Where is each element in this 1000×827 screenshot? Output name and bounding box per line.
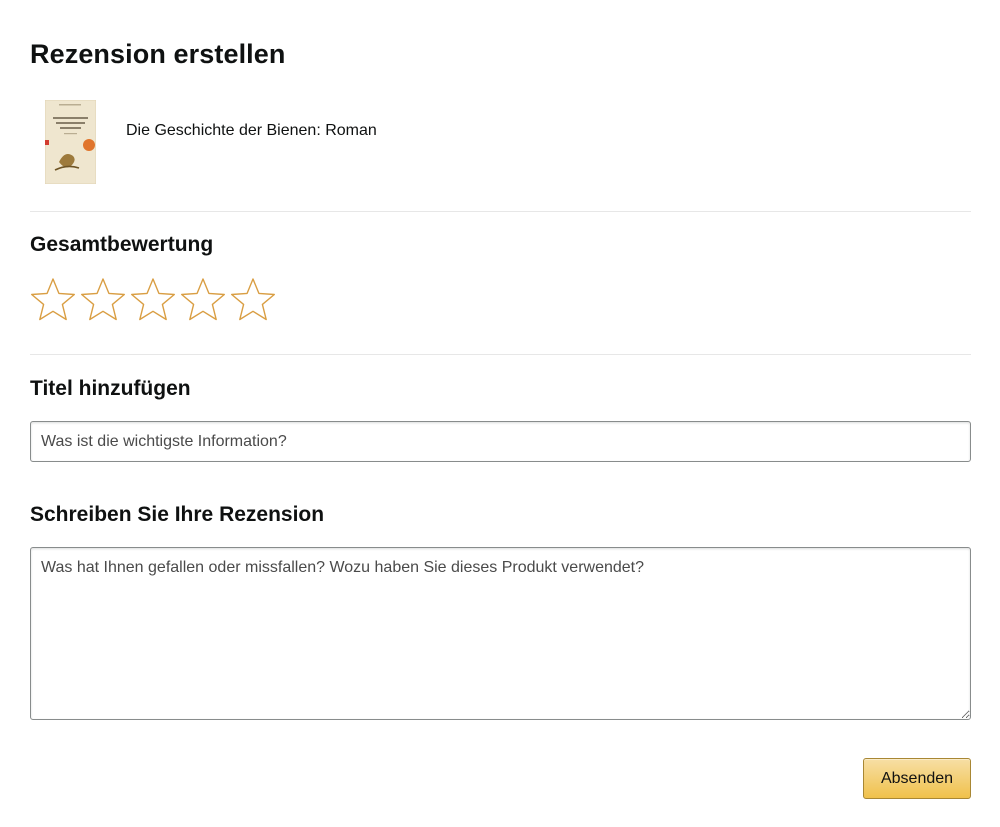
review-text-area[interactable] xyxy=(30,547,971,720)
product-summary: Die Geschichte der Bienen: Roman xyxy=(30,100,971,186)
rating-heading: Gesamtbewertung xyxy=(30,233,214,256)
divider xyxy=(30,211,971,212)
title-heading: Titel hinzufügen xyxy=(30,377,191,400)
star-icon[interactable] xyxy=(180,277,226,323)
star-icon[interactable] xyxy=(130,277,176,323)
star-rating xyxy=(30,277,276,323)
page-title: Rezension erstellen xyxy=(30,39,286,69)
review-title-input[interactable] xyxy=(30,421,971,462)
star-icon[interactable] xyxy=(30,277,76,323)
review-form: Rezension erstellen Die Geschichte der B… xyxy=(30,0,971,827)
star-icon[interactable] xyxy=(80,277,126,323)
submit-button[interactable]: Absenden xyxy=(863,758,971,799)
star-icon[interactable] xyxy=(230,277,276,323)
product-name: Die Geschichte der Bienen: Roman xyxy=(126,122,377,139)
review-heading: Schreiben Sie Ihre Rezension xyxy=(30,503,325,526)
divider xyxy=(30,354,971,355)
product-cover-image xyxy=(45,100,96,184)
